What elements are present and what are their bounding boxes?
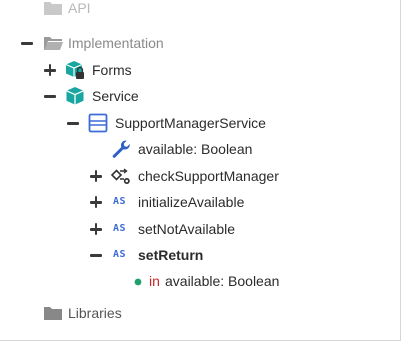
- tree-node-label: available: Boolean: [165, 273, 280, 289]
- tree-node-label: Service: [92, 88, 139, 104]
- tree-node-label: initializeAvailable: [138, 194, 245, 210]
- collapse-toggle[interactable]: [90, 249, 102, 261]
- tree-node-label: setNotAvailable: [138, 221, 236, 237]
- tree-node-label: setReturn: [138, 247, 204, 263]
- parameter-direction: in: [149, 273, 160, 289]
- tree-node-libraries[interactable]: Libraries: [0, 300, 400, 326]
- tree-panel: API Implementation Forms Service Support…: [0, 0, 401, 341]
- expand-toggle[interactable]: [90, 170, 102, 182]
- dot-icon: [134, 278, 142, 286]
- tree-node-label: Libraries: [68, 305, 122, 321]
- tree-node-label: Implementation: [68, 35, 164, 51]
- tree-node-api[interactable]: API: [0, 0, 400, 23]
- tree-node-label: checkSupportManager: [138, 168, 279, 184]
- tree-node-label: SupportManagerService: [115, 115, 266, 131]
- expand-toggle[interactable]: [44, 64, 56, 76]
- collapse-toggle[interactable]: [67, 117, 79, 129]
- open-folder-icon: [44, 37, 63, 50]
- collapse-toggle[interactable]: [44, 90, 56, 102]
- tree-node-set-not-available[interactable]: AS setNotAvailable: [0, 216, 400, 242]
- tree-node-implementation[interactable]: Implementation: [0, 30, 400, 56]
- folder-icon: [44, 2, 62, 15]
- tree-node-forms[interactable]: Forms: [0, 57, 400, 83]
- collapse-toggle[interactable]: [21, 37, 33, 49]
- tree-node-label: Forms: [92, 62, 132, 78]
- expand-toggle[interactable]: [90, 196, 102, 208]
- class-icon: [88, 113, 108, 133]
- package-icon: [66, 87, 84, 105]
- tree-node-available-attribute[interactable]: available: Boolean: [0, 136, 400, 162]
- tree-node-initialize-available[interactable]: AS initializeAvailable: [0, 189, 400, 215]
- tree-node-set-return[interactable]: AS setReturn: [0, 242, 400, 268]
- wrench-icon: [112, 140, 130, 158]
- tree-node-support-manager-service[interactable]: SupportManagerService: [0, 110, 400, 136]
- locked-package-icon: [65, 61, 84, 79]
- tree-node-service[interactable]: Service: [0, 83, 400, 109]
- decision-flow-icon: [111, 168, 130, 184]
- action-script-icon: AS: [113, 196, 127, 207]
- tree-node-label: API: [68, 0, 91, 16]
- expand-toggle[interactable]: [90, 223, 102, 235]
- tree-node-label: available: Boolean: [138, 141, 253, 157]
- tree-node-check-support-manager[interactable]: checkSupportManager: [0, 163, 400, 189]
- folder-icon: [44, 307, 62, 320]
- action-script-icon: AS: [113, 249, 127, 260]
- tree-node-parameter[interactable]: in available: Boolean: [0, 268, 400, 294]
- action-script-icon: AS: [113, 223, 127, 234]
